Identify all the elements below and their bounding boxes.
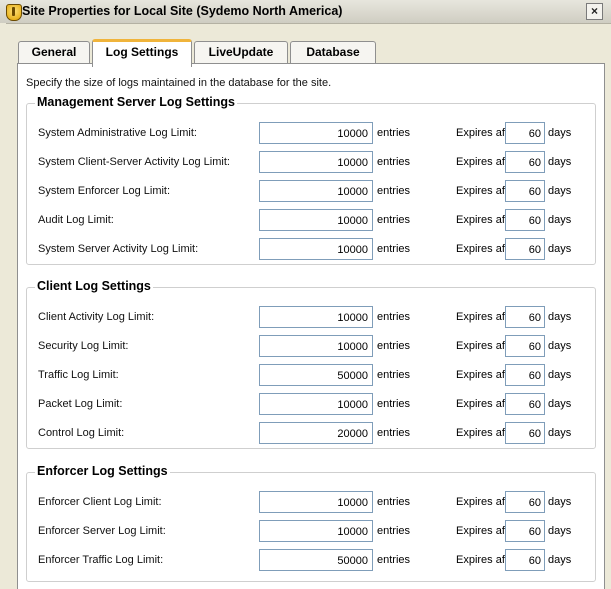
tab-log-settings[interactable]: Log Settings [92, 39, 192, 67]
days-unit-label: days [548, 525, 572, 537]
log-settings-panel: Specify the size of logs maintained in t… [17, 63, 605, 589]
log-setting-row: Audit Log Limit: 10000 entries Expires afte… [27, 208, 595, 232]
days-unit-label: days [548, 214, 572, 226]
log-setting-row: System Enforcer Log Limit: 10000 entries Ex… [27, 179, 595, 203]
days-unit-label: days [548, 311, 572, 323]
log-limit-input[interactable]: 10000 [259, 335, 373, 357]
entries-unit-label: entries [377, 427, 411, 439]
expires-days-input[interactable]: 60 [505, 335, 545, 357]
expires-days-input[interactable]: 60 [505, 306, 545, 328]
close-button[interactable]: × [586, 3, 603, 20]
group-title: Client Log Settings [35, 279, 153, 293]
expires-days-input[interactable]: 60 [505, 422, 545, 444]
log-limit-input[interactable]: 10000 [259, 393, 373, 415]
log-setting-row: Enforcer Client Log Limit: 10000 entries Ex… [27, 490, 595, 514]
log-setting-row: Control Log Limit: 20000 entries Expires af… [27, 421, 595, 445]
days-unit-label: days [548, 127, 572, 139]
log-setting-row: Enforcer Server Log Limit: 10000 entries Ex… [27, 519, 595, 543]
expires-days-input[interactable]: 60 [505, 209, 545, 231]
tab-general[interactable]: General [18, 41, 90, 63]
window-title: Site Properties for Local Site (Sydemo N… [22, 4, 343, 18]
log-limit-label: Enforcer Client Log Limit: [38, 496, 162, 508]
log-limit-label: Enforcer Server Log Limit: [38, 525, 166, 537]
group-title: Management Server Log Settings [35, 95, 237, 109]
log-limit-input[interactable]: 10000 [259, 520, 373, 542]
entries-unit-label: entries [377, 156, 411, 168]
log-limit-label: System Server Activity Log Limit: [38, 243, 199, 255]
days-unit-label: days [548, 427, 572, 439]
tab-liveupdate[interactable]: LiveUpdate [194, 41, 288, 63]
expires-days-input[interactable]: 60 [505, 180, 545, 202]
enforcer-log-group: Enforcer Log Settings Enforcer Client Lo… [26, 464, 596, 582]
log-limit-label: Audit Log Limit: [38, 214, 114, 226]
log-setting-row: System Client-Server Activity Log Limit:… [27, 150, 595, 174]
management-server-log-group: Management Server Log Settings System Ad… [26, 95, 596, 265]
days-unit-label: days [548, 398, 572, 410]
window-titlebar: Site Properties for Local Site (Sydemo N… [0, 0, 611, 24]
entries-unit-label: entries [377, 398, 411, 410]
log-setting-row: Client Activity Log Limit: 10000 entries Ex… [27, 305, 595, 329]
log-setting-row: Security Log Limit: 10000 entries Expires a… [27, 334, 595, 358]
log-limit-input[interactable]: 20000 [259, 422, 373, 444]
window-edge [0, 23, 6, 588]
entries-unit-label: entries [377, 340, 411, 352]
log-limit-input[interactable]: 10000 [259, 151, 373, 173]
entries-unit-label: entries [377, 243, 411, 255]
days-unit-label: days [548, 340, 572, 352]
log-limit-label: Packet Log Limit: [38, 398, 123, 410]
entries-unit-label: entries [377, 525, 411, 537]
log-limit-input[interactable]: 10000 [259, 180, 373, 202]
log-limit-label: Security Log Limit: [38, 340, 129, 352]
expires-days-input[interactable]: 60 [505, 491, 545, 513]
log-limit-input[interactable]: 10000 [259, 491, 373, 513]
days-unit-label: days [548, 156, 572, 168]
log-limit-input[interactable]: 10000 [259, 306, 373, 328]
log-setting-row: Packet Log Limit: 10000 entries Expires aft… [27, 392, 595, 416]
expires-days-input[interactable]: 60 [505, 520, 545, 542]
log-limit-label: System Enforcer Log Limit: [38, 185, 171, 197]
log-limit-label: Traffic Log Limit: [38, 369, 119, 381]
log-limit-input[interactable]: 50000 [259, 549, 373, 571]
panel-description: Specify the size of logs maintained in t… [26, 77, 332, 89]
days-unit-label: days [548, 185, 572, 197]
log-limit-input[interactable]: 10000 [259, 122, 373, 144]
expires-days-input[interactable]: 60 [505, 364, 545, 386]
expires-days-input[interactable]: 60 [505, 393, 545, 415]
log-limit-input[interactable]: 10000 [259, 238, 373, 260]
entries-unit-label: entries [377, 127, 411, 139]
entries-unit-label: entries [377, 214, 411, 226]
log-limit-label: System Administrative Log Limit: [38, 127, 197, 139]
expires-days-input[interactable]: 60 [505, 238, 545, 260]
log-limit-label: Client Activity Log Limit: [38, 311, 155, 323]
entries-unit-label: entries [377, 369, 411, 381]
entries-unit-label: entries [377, 185, 411, 197]
client-log-group: Client Log Settings Client Activity Log … [26, 279, 596, 449]
days-unit-label: days [548, 554, 572, 566]
log-limit-label: Control Log Limit: [38, 427, 125, 439]
group-title: Enforcer Log Settings [35, 464, 170, 478]
expires-days-input[interactable]: 60 [505, 122, 545, 144]
expires-days-input[interactable]: 60 [505, 549, 545, 571]
log-limit-input[interactable]: 10000 [259, 209, 373, 231]
shield-icon [6, 4, 22, 21]
tab-database[interactable]: Database [290, 41, 376, 63]
log-setting-row: System Administrative Log Limit: 10000 ent… [27, 121, 595, 145]
entries-unit-label: entries [377, 554, 411, 566]
log-limit-label: System Client-Server Activity Log Limit: [38, 156, 230, 168]
log-setting-row: Enforcer Traffic Log Limit: 50000 entries E… [27, 548, 595, 572]
days-unit-label: days [548, 243, 572, 255]
log-setting-row: Traffic Log Limit: 50000 entries Expires af… [27, 363, 595, 387]
days-unit-label: days [548, 369, 572, 381]
expires-days-input[interactable]: 60 [505, 151, 545, 173]
log-limit-input[interactable]: 50000 [259, 364, 373, 386]
entries-unit-label: entries [377, 496, 411, 508]
log-limit-label: Enforcer Traffic Log Limit: [38, 554, 164, 566]
entries-unit-label: entries [377, 311, 411, 323]
log-setting-row: System Server Activity Log Limit: 10000 en… [27, 237, 595, 261]
days-unit-label: days [548, 496, 572, 508]
